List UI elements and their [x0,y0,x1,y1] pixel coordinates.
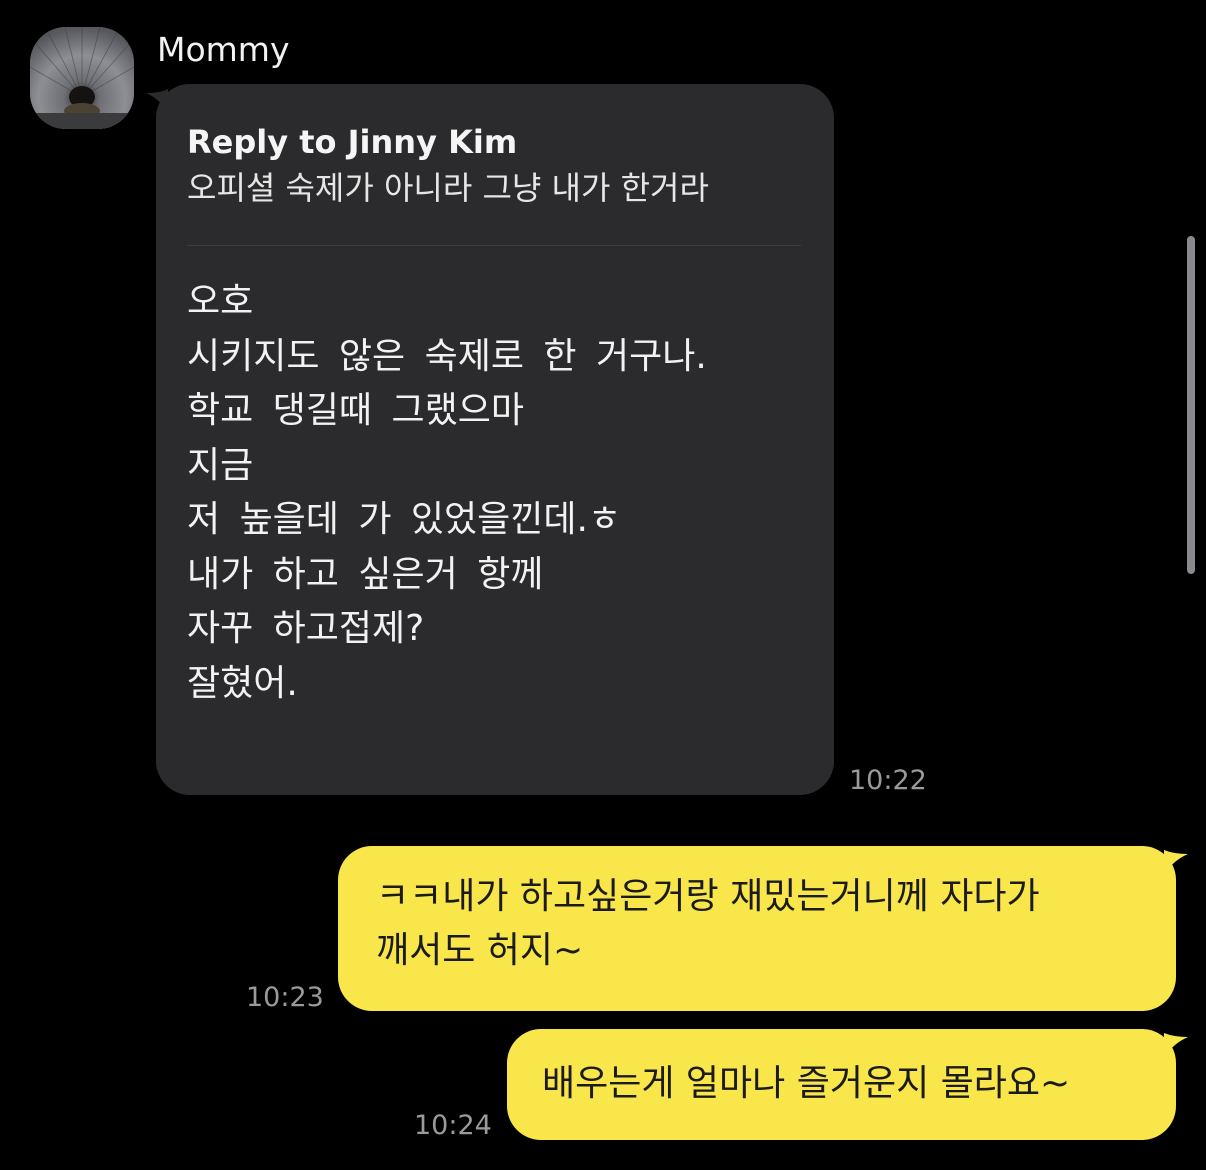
message-text: 배우는게 얼마나 즐거운지 몰라요~ [542,1063,1071,1104]
profile-photo-icon [30,27,134,129]
outgoing-message-bubble[interactable]: 배우는게 얼마나 즐거운지 몰라요~ [507,1029,1176,1140]
bubble-tail [1164,1033,1188,1057]
reply-quote-text[interactable]: 오피셜 숙제가 아니라 그냥 내가 한거라 [187,168,709,208]
message-timestamp: 10:24 [414,1110,492,1141]
message-line: 내가 하고 싶은거 항께 [187,553,544,595]
avatar[interactable] [30,27,134,129]
reply-to-label[interactable]: Reply to Jinny Kim [187,122,517,162]
reply-divider [187,245,801,246]
message-text: 오호 시키지도 않은 숙제로 한 거구나. 학교 댕길때 그랬으마 지금 저 높… [187,275,707,711]
bubble-tail [1164,850,1188,874]
message-line: 잘혔어. [187,662,298,704]
message-timestamp: 10:22 [849,765,927,796]
message-line: 학교 댕길때 그랬으마 [187,390,524,431]
message-text: ㅋㅋ내가 하고싶은거랑 재밌는거니께 자다가 깨서도 허지~ [376,876,1040,971]
incoming-message-bubble[interactable]: Reply to Jinny Kim 오피셜 숙제가 아니라 그냥 내가 한거라… [156,84,834,795]
message-timestamp: 10:23 [246,982,324,1013]
sender-name: Mommy [157,30,290,69]
scrollbar[interactable] [1187,236,1195,574]
message-line: 저 높을데 가 있었을낀데.ㅎ [187,499,622,540]
message-line: 시키지도 않은 숙제로 한 거구나. [187,335,707,377]
message-line: 자꾸 하고접제? [187,608,425,649]
message-line: 지금 [187,444,254,486]
outgoing-message-bubble[interactable]: ㅋㅋ내가 하고싶은거랑 재밌는거니께 자다가 깨서도 허지~ [338,846,1176,1011]
message-line: 오호 [187,281,254,322]
